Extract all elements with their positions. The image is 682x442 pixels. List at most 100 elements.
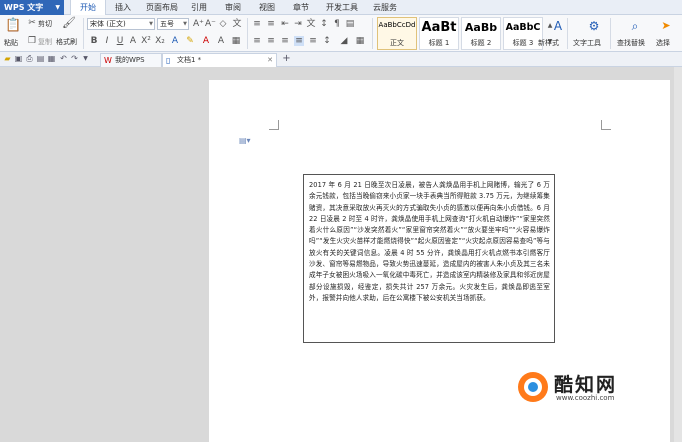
font-name-value: 宋体 (正文) — [90, 20, 126, 28]
shading-icon[interactable]: ◢ — [339, 36, 349, 46]
style-name: 标题 1 — [428, 39, 450, 47]
style-sample: AaBbCcDd — [378, 21, 416, 29]
highlight-icon[interactable]: ✎ — [185, 36, 195, 46]
tab-section[interactable]: 章节 — [288, 0, 314, 15]
distributed-icon[interactable]: ≡ — [308, 36, 318, 46]
chevron-down-icon: ▼ — [55, 4, 60, 11]
chevron-down-icon[interactable]: ▼ — [149, 19, 153, 29]
underline-icon[interactable]: U — [115, 36, 125, 46]
style-heading-1[interactable]: AaBt 标题 1 — [419, 17, 459, 50]
copy-button[interactable]: 复制 — [38, 37, 52, 47]
font-color-icon[interactable]: A — [201, 36, 211, 46]
justify-icon[interactable]: ≡ — [294, 36, 304, 46]
new-tab-icon[interactable]: + — [282, 54, 291, 64]
align-right-icon[interactable]: ≡ — [280, 36, 290, 46]
wps-logo-icon: W — [104, 56, 112, 65]
clear-format-icon[interactable]: ◇ — [218, 19, 228, 29]
font-name-select[interactable]: 宋体 (正文) ▼ — [87, 18, 155, 30]
text-effect-icon[interactable]: A — [170, 36, 180, 46]
text-box[interactable]: 2017 年 6 月 21 日晚至次日凌晨，被告人龚焕晶用手机上网赌博，输光了 … — [303, 174, 555, 343]
bold-icon[interactable]: B — [89, 36, 99, 46]
tab-references[interactable]: 引用 — [186, 0, 212, 15]
pinyin-icon[interactable]: 文 — [232, 19, 242, 29]
find-replace-button[interactable]: 查找替换 — [617, 38, 645, 48]
style-sample: AaBbC — [505, 22, 541, 33]
margin-mark — [601, 120, 611, 130]
decrease-indent-icon[interactable]: ⇤ — [280, 19, 290, 29]
select-button[interactable]: 选择 — [656, 38, 670, 48]
tab-page-layout[interactable]: 页面布局 — [142, 0, 182, 15]
app-menu-button[interactable]: WPS 文字 ▼ — [0, 0, 64, 15]
char-border-icon[interactable]: A — [216, 36, 226, 46]
menu-bar: WPS 文字 ▼ 开始 插入 页面布局 引用 审阅 视图 章节 开发工具 云服务 — [0, 0, 682, 15]
show-marks-icon[interactable]: ¶ — [332, 19, 342, 29]
increase-indent-icon[interactable]: ⇥ — [293, 19, 303, 29]
new-style-icon[interactable]: A — [551, 19, 565, 33]
style-sample: AaBt — [421, 20, 457, 35]
grow-font-icon[interactable]: A⁺ — [193, 19, 204, 29]
divider — [567, 18, 568, 49]
tab-review[interactable]: 审阅 — [220, 0, 246, 15]
tab-home[interactable]: 开始 — [70, 0, 106, 15]
subscript-icon[interactable]: X₂ — [155, 36, 165, 46]
shrink-font-icon[interactable]: A⁻ — [205, 19, 216, 29]
style-sample: AaBb — [464, 21, 498, 34]
paragraph-options-icon[interactable]: ▤▾ — [239, 136, 251, 145]
sort-icon[interactable]: ↕ — [319, 19, 329, 29]
bullets-icon[interactable]: ≡ — [252, 19, 262, 29]
numbering-icon[interactable]: ≡ — [266, 19, 276, 29]
watermark-name: 酷知网 — [554, 374, 618, 396]
tab-document1[interactable]: ▯ 文档1 * ✕ — [162, 53, 277, 67]
tab-view[interactable]: 视图 — [254, 0, 280, 15]
divider — [372, 18, 373, 49]
chinese-layout-icon[interactable]: 文 — [306, 19, 316, 29]
strikethrough-icon[interactable]: A — [128, 36, 138, 46]
document-tab-bar: ▰ ▣ ⎙ ▤ ▦ ↶ ↷ ▼ W 我的WPS ▯ 文档1 * ✕ + — [0, 52, 682, 67]
superscript-icon[interactable]: X² — [141, 36, 151, 46]
italic-icon[interactable]: I — [102, 36, 112, 46]
font-size-select[interactable]: 五号 ▼ — [157, 18, 189, 30]
tab-developer[interactable]: 开发工具 — [322, 0, 362, 15]
align-center-icon[interactable]: ≡ — [266, 36, 276, 46]
text-tools-icon[interactable]: ⚙ — [587, 19, 601, 33]
new-style-button[interactable]: 新样式 — [538, 38, 559, 48]
redo-icon[interactable]: ↷ — [70, 54, 79, 64]
paste-button[interactable]: 粘贴 — [4, 38, 18, 48]
open-folder-icon[interactable]: ▰ — [3, 54, 12, 64]
char-shading-icon[interactable]: ▦ — [231, 36, 241, 46]
print-preview-icon[interactable]: ▤ — [36, 54, 45, 64]
cursor-icon[interactable]: ➤ — [660, 19, 672, 33]
line-spacing-icon[interactable]: ↕ — [322, 36, 332, 46]
divider — [247, 18, 248, 49]
document-icon: ▯ — [166, 56, 171, 65]
chevron-down-icon[interactable]: ▼ — [183, 19, 187, 29]
style-normal[interactable]: AaBbCcDd 正文 — [377, 17, 417, 50]
borders-icon[interactable]: ▦ — [355, 36, 365, 46]
find-replace-icon[interactable]: ⌕ — [628, 19, 642, 33]
chevron-down-icon[interactable]: ▼ — [81, 54, 90, 64]
copy-icon[interactable]: ❐ — [27, 36, 37, 46]
format-painter-icon[interactable]: 🖌 — [62, 17, 76, 30]
save-icon[interactable]: ▣ — [14, 54, 23, 64]
style-heading-3[interactable]: AaBbC 标题 3 — [503, 17, 543, 50]
tab-my-wps[interactable]: W 我的WPS — [100, 53, 162, 67]
divider — [610, 18, 611, 49]
paste-icon[interactable]: 📋 — [5, 19, 21, 33]
cut-button[interactable]: 剪切 — [38, 19, 52, 29]
align-left-icon[interactable]: ≡ — [252, 36, 262, 46]
close-icon[interactable]: ✕ — [267, 54, 273, 67]
scissors-icon[interactable]: ✂ — [27, 18, 37, 28]
text-tools-button[interactable]: 文字工具 — [573, 38, 601, 48]
tab-cloud[interactable]: 云服务 — [368, 0, 402, 15]
print-icon[interactable]: ⎙ — [25, 54, 34, 64]
watermark: 酷知网 www.coozhi.com — [518, 368, 678, 408]
style-heading-2[interactable]: AaBb 标题 2 — [461, 17, 501, 50]
table-icon[interactable]: ▤ — [345, 19, 355, 29]
style-name: 正文 — [390, 39, 404, 47]
export-pdf-icon[interactable]: ▦ — [47, 54, 56, 64]
document-body-text[interactable]: 2017 年 6 月 21 日晚至次日凌晨，被告人龚焕晶用手机上网赌博，输光了 … — [309, 180, 550, 304]
tab-label: 我的WPS — [115, 56, 145, 64]
undo-icon[interactable]: ↶ — [59, 54, 68, 64]
format-painter-button[interactable]: 格式刷 — [56, 37, 77, 47]
tab-insert[interactable]: 插入 — [110, 0, 136, 15]
